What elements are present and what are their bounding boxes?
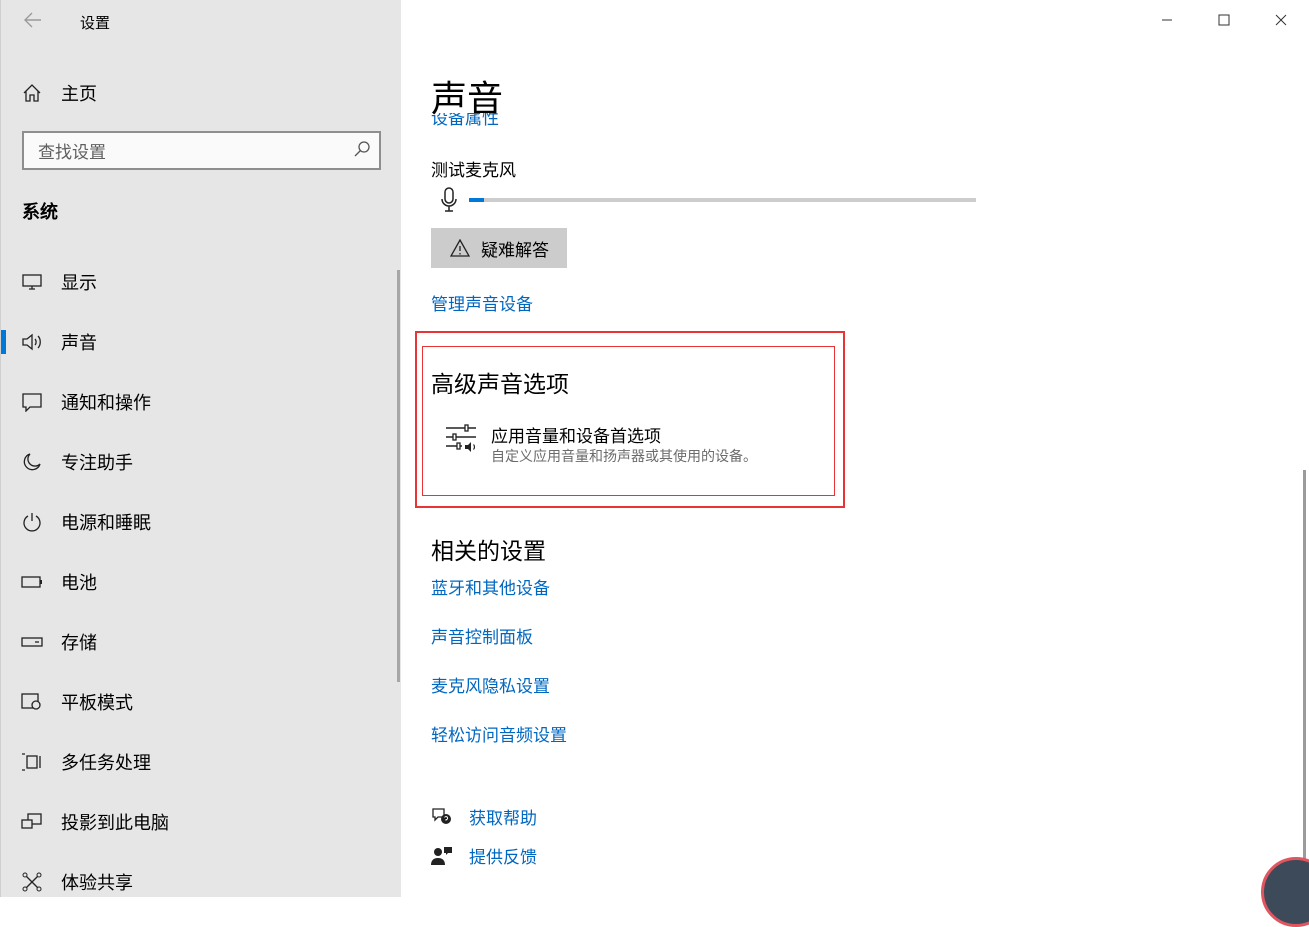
related-link-ease-of-access-audio[interactable]: 轻松访问音频设置 xyxy=(431,721,567,746)
main-scrollbar[interactable] xyxy=(1303,470,1306,897)
advanced-sound-title: 高级声音选项 xyxy=(431,372,569,398)
search-placeholder: 查找设置 xyxy=(38,143,106,163)
sidebar-item-notifications[interactable]: 通知和操作 xyxy=(1,372,396,432)
sidebar-item-shared-experiences[interactable]: 体验共享 xyxy=(1,852,396,912)
back-arrow-icon[interactable] xyxy=(19,8,47,34)
sidebar-item-sound[interactable]: 声音 xyxy=(1,312,396,372)
tablet-icon xyxy=(21,691,43,713)
get-help-label: 获取帮助 xyxy=(469,809,537,829)
power-icon xyxy=(21,511,43,533)
sidebar-item-label: 声音 xyxy=(61,333,97,354)
sidebar-item-power[interactable]: 电源和睡眠 xyxy=(1,492,396,552)
app-volume-link[interactable]: 应用音量和设备首选项 xyxy=(491,422,661,447)
multitask-icon xyxy=(21,751,43,773)
app-volume-description: 自定义应用音量和扬声器或其使用的设备。 xyxy=(491,449,757,465)
sidebar-item-tablet[interactable]: 平板模式 xyxy=(1,672,396,732)
sidebar-scrollbar[interactable] xyxy=(397,270,400,682)
sidebar-item-home[interactable]: 主页 xyxy=(21,78,97,108)
storage-icon xyxy=(21,631,43,653)
mic-level-meter xyxy=(469,198,976,202)
window-controls xyxy=(1138,0,1309,40)
battery-icon xyxy=(21,571,43,593)
sidebar-item-label: 平板模式 xyxy=(61,693,133,714)
sidebar-item-label: 电池 xyxy=(61,573,97,594)
main-content: 声音 设备属性 测试麦克风 疑难解答 管理声音设备 高级声音选项 应用音量和设备… xyxy=(401,0,1309,927)
sidebar-item-label: 专注助手 xyxy=(61,453,133,474)
troubleshoot-button[interactable]: 疑难解答 xyxy=(431,228,567,268)
sidebar-item-label: 电源和睡眠 xyxy=(61,513,151,534)
device-properties-link[interactable]: 设备属性 xyxy=(431,113,499,127)
sidebar-item-label: 主页 xyxy=(61,84,97,105)
related-link-sound-control-panel[interactable]: 声音控制面板 xyxy=(431,623,533,648)
device-properties-label: 设备属性 xyxy=(431,113,499,127)
feedback-row[interactable]: 提供反馈 xyxy=(431,843,537,868)
share-icon xyxy=(21,871,43,893)
monitor-icon xyxy=(21,271,43,293)
app-volume-sliders-icon[interactable] xyxy=(445,423,479,459)
sidebar-item-storage[interactable]: 存储 xyxy=(1,612,396,672)
home-icon xyxy=(21,82,43,104)
manage-sound-devices-link[interactable]: 管理声音设备 xyxy=(431,290,533,315)
project-icon xyxy=(21,811,43,833)
notification-icon xyxy=(21,391,43,413)
speaker-icon xyxy=(21,331,43,353)
maximize-button[interactable] xyxy=(1195,0,1252,40)
related-link-bluetooth[interactable]: 蓝牙和其他设备 xyxy=(431,574,550,599)
sidebar-item-display[interactable]: 显示 xyxy=(1,252,396,312)
warning-icon xyxy=(449,237,471,259)
sidebar-item-label: 体验共享 xyxy=(61,873,133,894)
related-link-mic-privacy[interactable]: 麦克风隐私设置 xyxy=(431,672,550,697)
get-help-row[interactable]: 获取帮助 xyxy=(431,804,537,829)
sidebar-item-focus-assist[interactable]: 专注助手 xyxy=(1,432,396,492)
sidebar-item-label: 多任务处理 xyxy=(61,753,151,774)
troubleshoot-label: 疑难解答 xyxy=(481,240,549,261)
microphone-icon xyxy=(439,186,459,214)
sidebar-nav: 显示 声音 通知和操作 专注助手 电源和睡眠 电池 存储 平板模式 多任务处理 … xyxy=(1,252,396,912)
search-input[interactable]: 查找设置 xyxy=(22,131,381,170)
sidebar-item-multitasking[interactable]: 多任务处理 xyxy=(1,732,396,792)
sidebar-item-label: 通知和操作 xyxy=(61,393,151,414)
feedback-label: 提供反馈 xyxy=(469,848,537,868)
mic-test-label: 测试麦克风 xyxy=(431,161,516,181)
floating-widget-icon[interactable] xyxy=(1261,857,1309,927)
sidebar: 设置 主页 查找设置 系统 显示 声音 通知和操作 专注助手 电源和睡眠 电池 … xyxy=(0,0,401,897)
close-button[interactable] xyxy=(1252,0,1309,40)
sidebar-item-label: 存储 xyxy=(61,633,97,654)
minimize-button[interactable] xyxy=(1138,0,1195,40)
mic-level-fill xyxy=(469,198,485,202)
sidebar-item-label: 投影到此电脑 xyxy=(61,813,169,834)
sidebar-item-battery[interactable]: 电池 xyxy=(1,552,396,612)
search-icon[interactable] xyxy=(353,140,371,162)
app-title: 设置 xyxy=(80,14,111,32)
moon-icon xyxy=(21,451,43,473)
related-settings-title: 相关的设置 xyxy=(431,539,546,565)
sidebar-item-label: 显示 xyxy=(61,273,97,294)
sidebar-item-project[interactable]: 投影到此电脑 xyxy=(1,792,396,852)
feedback-person-icon xyxy=(431,845,453,867)
help-chat-icon xyxy=(431,806,453,828)
section-label: 系统 xyxy=(22,202,58,223)
